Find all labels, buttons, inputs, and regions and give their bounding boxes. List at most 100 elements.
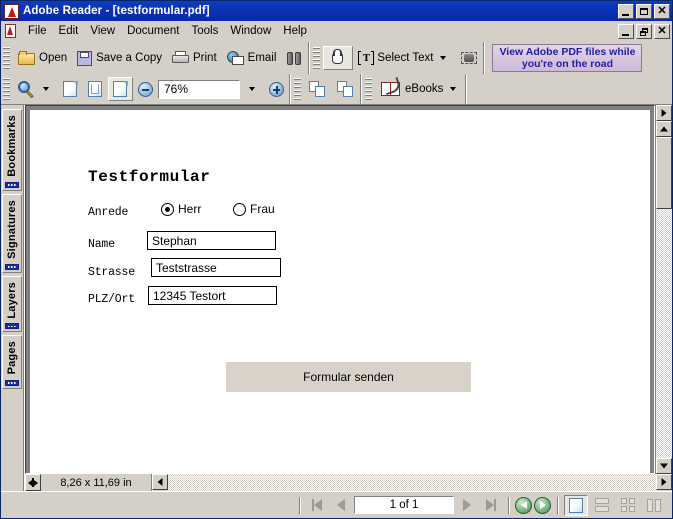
vertical-scroll-track[interactable] xyxy=(656,137,672,458)
previous-page-button[interactable] xyxy=(330,495,352,515)
ebooks-button[interactable]: eBooks xyxy=(375,77,465,101)
mdi-restore-button[interactable] xyxy=(636,24,652,39)
chevron-down-icon[interactable] xyxy=(450,87,456,91)
radio-herr-label: Herr xyxy=(178,202,201,216)
adobe-ad-banner[interactable]: View Adobe PDF files while you're on the… xyxy=(492,44,642,72)
sidebar-tab-label: Bookmarks xyxy=(6,113,18,179)
mdi-close-button[interactable]: ✕ xyxy=(654,24,670,39)
next-page-button[interactable] xyxy=(456,495,478,515)
continuous-view-icon xyxy=(595,498,609,512)
horizontal-scroll-track[interactable] xyxy=(168,474,656,491)
vertical-scroll-thumb[interactable] xyxy=(656,137,672,209)
save-a-copy-button[interactable]: Save a Copy xyxy=(72,46,167,70)
toolbar-grip[interactable] xyxy=(365,78,372,100)
menu-item-view[interactable]: View xyxy=(84,23,121,39)
submit-form-button[interactable]: Formular senden xyxy=(226,362,471,392)
save-label: Save a Copy xyxy=(96,52,162,64)
zoom-level-input[interactable]: 76% xyxy=(158,80,240,99)
scroll-right-button[interactable] xyxy=(656,474,672,490)
sidebar-tab-bookmarks[interactable]: Bookmarks xyxy=(2,109,22,191)
zoom-in-tool-icon xyxy=(18,81,36,98)
open-button[interactable]: Open xyxy=(13,46,72,70)
fit-width-button[interactable] xyxy=(108,77,133,101)
menu-item-document[interactable]: Document xyxy=(121,23,185,39)
snapshot-button[interactable] xyxy=(455,46,483,70)
hand-tool-button[interactable] xyxy=(323,46,353,70)
ebooks-toolbar: eBooks xyxy=(363,74,466,104)
sidebar-tab-pages[interactable]: Pages xyxy=(2,335,22,388)
document-row: Testformular Anrede Herr Frau Name Steph… xyxy=(25,105,672,474)
scroll-up-button[interactable] xyxy=(656,121,672,137)
fit-page-icon xyxy=(88,81,103,98)
fit-page-button[interactable] xyxy=(83,77,108,101)
first-page-button[interactable] xyxy=(306,495,328,515)
menu-bar: File Edit View Document Tools Window Hel… xyxy=(1,21,672,42)
binoculars-icon xyxy=(286,51,303,66)
ebooks-label: eBooks xyxy=(405,83,443,95)
last-page-button[interactable] xyxy=(480,495,502,515)
folder-open-icon xyxy=(18,51,36,66)
chevron-down-icon[interactable] xyxy=(43,87,49,91)
pdf-page: Testformular Anrede Herr Frau Name Steph… xyxy=(30,110,650,473)
divider xyxy=(557,497,558,514)
scroll-left-button[interactable] xyxy=(152,474,168,490)
close-button[interactable]: ✕ xyxy=(654,4,670,19)
rotate-clockwise-button[interactable] xyxy=(304,77,332,101)
scroll-up-top-button[interactable] xyxy=(656,105,672,121)
rotate-clockwise-icon xyxy=(309,81,327,98)
menu-item-help[interactable]: Help xyxy=(277,23,313,39)
form-title: Testformular xyxy=(88,168,210,186)
search-button[interactable] xyxy=(281,46,308,70)
menu-item-file[interactable]: File xyxy=(22,23,53,39)
page-number-input[interactable]: 1 of 1 xyxy=(354,496,454,514)
zoom-out-button[interactable] xyxy=(133,77,158,101)
layers-icon xyxy=(5,323,19,329)
maximize-button[interactable] xyxy=(636,4,652,19)
rotate-counterclockwise-icon xyxy=(337,81,355,98)
zoom-tool-button[interactable] xyxy=(13,77,58,101)
zoom-in-button[interactable] xyxy=(264,77,289,101)
toolbar-grip[interactable] xyxy=(3,78,10,100)
window-controls: ✕ xyxy=(618,4,670,19)
toolbar-grip[interactable] xyxy=(313,47,320,69)
radio-frau[interactable] xyxy=(233,203,246,216)
sidebar-tab-signatures[interactable]: Signatures xyxy=(2,194,22,273)
radio-frau-label: Frau xyxy=(250,202,275,216)
input-name[interactable]: Stephan xyxy=(147,231,276,250)
toolbar-grip[interactable] xyxy=(294,78,301,100)
mdi-minimize-button[interactable] xyxy=(618,24,634,39)
menu-item-tools[interactable]: Tools xyxy=(186,23,225,39)
continuous-facing-view-button[interactable] xyxy=(616,495,640,516)
file-toolbar: Open Save a Copy Print Email xyxy=(1,42,309,74)
zoom-toolbar: 76% xyxy=(1,74,290,104)
email-button[interactable]: Email xyxy=(222,46,282,70)
actual-size-button[interactable] xyxy=(58,77,83,101)
go-back-button[interactable] xyxy=(515,497,532,514)
vertical-scrollbar[interactable] xyxy=(655,105,672,474)
input-strasse[interactable]: Teststrasse xyxy=(151,258,281,277)
toolbar-grip[interactable] xyxy=(3,47,10,69)
menu-item-window[interactable]: Window xyxy=(224,23,277,39)
facing-view-button[interactable] xyxy=(642,495,666,516)
minimize-button[interactable] xyxy=(618,4,634,19)
zoom-out-icon xyxy=(138,82,153,97)
input-plz-ort[interactable]: 12345 Testort xyxy=(148,286,277,305)
radio-herr[interactable] xyxy=(161,203,174,216)
sidebar-tab-layers[interactable]: Layers xyxy=(2,276,22,333)
select-text-button[interactable]: T Select Text xyxy=(353,46,455,70)
divider xyxy=(299,497,300,514)
document-viewer: Testformular Anrede Herr Frau Name Steph… xyxy=(24,105,672,491)
print-button[interactable]: Print xyxy=(167,46,222,70)
menu-item-edit[interactable]: Edit xyxy=(53,23,85,39)
pdf-canvas[interactable]: Testformular Anrede Herr Frau Name Steph… xyxy=(25,105,655,474)
status-bar: 1 of 1 xyxy=(1,491,672,518)
scroll-down-button[interactable] xyxy=(656,458,672,474)
rotate-counterclockwise-button[interactable] xyxy=(332,77,360,101)
single-page-view-button[interactable] xyxy=(564,495,588,516)
chevron-down-icon[interactable] xyxy=(440,56,446,60)
zoom-dropdown-button[interactable] xyxy=(240,77,264,101)
zoom-in-icon xyxy=(269,82,284,97)
continuous-view-button[interactable] xyxy=(590,495,614,516)
ad-line-1: View Adobe PDF files while xyxy=(499,46,635,58)
go-forward-button[interactable] xyxy=(534,497,551,514)
